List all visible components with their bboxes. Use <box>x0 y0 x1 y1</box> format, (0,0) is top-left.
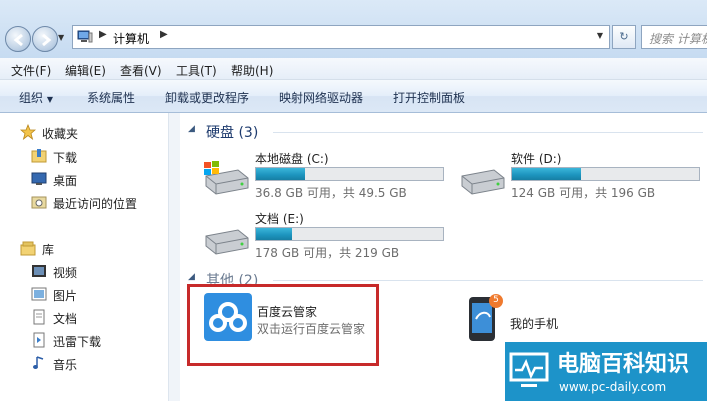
drive-usage-fill <box>256 228 292 240</box>
menu-edit[interactable]: 编辑(E) <box>65 62 106 79</box>
refresh-button[interactable]: ↻ <box>612 25 636 49</box>
recent-places-icon <box>31 196 47 209</box>
app-item-my-phone[interactable]: 5 我的手机 <box>466 293 576 345</box>
pane-splitter[interactable] <box>168 113 180 401</box>
drive-usage-fill <box>512 168 582 180</box>
group-divider <box>273 280 703 281</box>
menu-view[interactable]: 查看(V) <box>120 62 162 79</box>
drive-item-c[interactable]: 本地磁盘 (C:) 36.8 GB 可用，共 49.5 GB <box>202 150 462 202</box>
watermark-title: 电脑百科知识 <box>557 352 690 377</box>
search-input[interactable]: 搜索 计算机 <box>641 25 707 49</box>
chevron-down-icon: ▼ <box>46 95 53 104</box>
watermark-url: www.pc-daily.com <box>559 380 667 394</box>
menu-file[interactable]: 文件(F) <box>11 62 51 79</box>
open-control-panel-button[interactable]: 打开控制面板 <box>393 89 465 106</box>
video-icon <box>32 265 46 277</box>
drive-item-e[interactable]: 文档 (E:) 178 GB 可用，共 219 GB <box>202 210 462 262</box>
sidebar-label: 收藏夹 <box>42 127 79 141</box>
sidebar-label: 音乐 <box>53 358 78 372</box>
address-dropdown-icon[interactable]: ▼ <box>597 31 603 40</box>
drive-name: 文档 (E:) <box>255 212 304 226</box>
desktop-icon <box>31 172 47 185</box>
uninstall-program-button[interactable]: 卸载或更改程序 <box>165 89 249 106</box>
search-placeholder: 搜索 计算机 <box>649 32 707 46</box>
menu-help[interactable]: 帮助(H) <box>231 62 273 79</box>
command-toolbar: 组织 ▼ 系统属性 卸载或更改程序 映射网络驱动器 打开控制面板 <box>0 80 707 113</box>
forward-button[interactable] <box>32 26 58 52</box>
navigation-pane: 收藏夹 下载 桌面 最近访问的位置 库 视频 图片 文档 迅雷下载 音乐 <box>0 113 168 401</box>
refresh-icon: ↻ <box>619 30 629 43</box>
highlight-box <box>187 284 379 366</box>
sidebar-label: 迅雷下载 <box>53 335 102 349</box>
picture-icon <box>31 287 47 301</box>
group-header-hard-disks[interactable]: ◢ 硬盘 (3) <box>188 122 703 142</box>
system-properties-button[interactable]: 系统属性 <box>87 89 135 106</box>
drive-free-space: 124 GB 可用，共 196 GB <box>511 186 656 200</box>
collapse-icon[interactable]: ◢ <box>188 272 195 282</box>
computer-icon <box>77 30 93 43</box>
recent-pages-dropdown[interactable]: ▼ <box>58 33 64 42</box>
drive-usage-fill <box>256 168 305 180</box>
app-name: 我的手机 <box>510 317 559 331</box>
folder-download-icon <box>31 149 47 163</box>
hard-drive-icon <box>205 229 249 255</box>
breadcrumb-computer[interactable]: 计算机 <box>113 30 149 47</box>
sidebar-label: 桌面 <box>53 174 78 188</box>
address-bar-row: ▼ ▶ 计算机 ▶ ▼ ↻ 搜索 计算机 <box>0 0 707 58</box>
music-icon <box>33 356 44 369</box>
sidebar-label: 文档 <box>53 312 78 326</box>
hard-drive-icon <box>461 169 505 195</box>
document-icon <box>33 309 45 325</box>
breadcrumb-arrow-icon[interactable]: ▶ <box>99 29 107 40</box>
address-field[interactable]: ▶ 计算机 ▶ ▼ <box>72 25 610 49</box>
forward-arrow-icon <box>42 33 52 47</box>
group-title: 硬盘 (3) <box>206 125 259 141</box>
drive-free-space: 178 GB 可用，共 219 GB <box>255 246 400 260</box>
back-arrow-icon <box>13 33 23 47</box>
xunlei-icon <box>33 332 45 348</box>
phone-icon <box>469 294 503 341</box>
drive-item-d[interactable]: 软件 (D:) 124 GB 可用，共 196 GB <box>458 150 707 202</box>
library-icon <box>20 241 36 256</box>
breadcrumb-arrow-icon[interactable]: ▶ <box>160 29 168 40</box>
drive-name: 本地磁盘 (C:) <box>255 152 329 166</box>
organize-button[interactable]: 组织 ▼ <box>19 89 53 106</box>
group-divider <box>273 132 703 133</box>
map-network-drive-button[interactable]: 映射网络驱动器 <box>279 89 363 106</box>
hard-drive-windows-icon <box>204 161 249 195</box>
drive-usage-bar <box>255 227 444 241</box>
star-icon <box>20 124 36 140</box>
sidebar-label: 最近访问的位置 <box>53 197 138 211</box>
sidebar-label: 图片 <box>53 289 78 303</box>
sidebar-label: 库 <box>42 243 55 257</box>
sidebar-label: 视频 <box>53 266 78 280</box>
drive-free-space: 36.8 GB 可用，共 49.5 GB <box>255 186 407 200</box>
organize-label: 组织 <box>19 91 44 105</box>
drive-usage-bar <box>511 167 700 181</box>
watermark-monitor-icon <box>505 342 553 401</box>
back-button[interactable] <box>5 26 31 52</box>
menu-tools[interactable]: 工具(T) <box>176 62 217 79</box>
watermark: 电脑百科知识 www.pc-daily.com <box>505 342 707 401</box>
sidebar-label: 下载 <box>53 151 78 165</box>
drive-name: 软件 (D:) <box>511 152 562 166</box>
drive-usage-bar <box>255 167 444 181</box>
phone-badge: 5 <box>493 295 499 305</box>
watermark-banner: 电脑百科知识 www.pc-daily.com <box>553 342 707 401</box>
collapse-icon[interactable]: ◢ <box>188 124 195 134</box>
menu-bar: 文件(F) 编辑(E) 查看(V) 工具(T) 帮助(H) <box>0 58 707 80</box>
